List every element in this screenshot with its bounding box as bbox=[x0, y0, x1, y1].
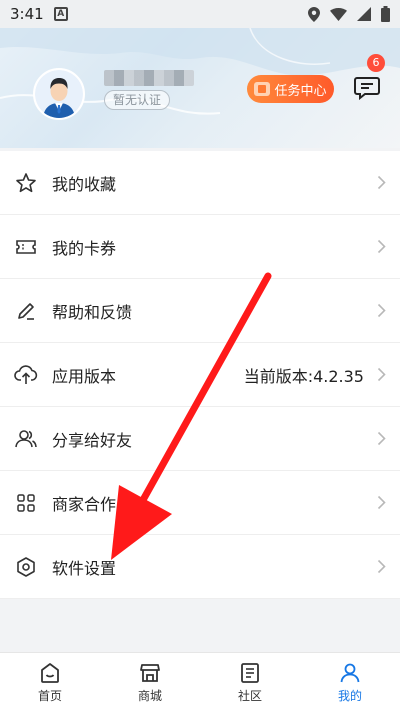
chevron-right-icon bbox=[377, 303, 386, 318]
signal-icon bbox=[357, 7, 371, 21]
status-icons bbox=[308, 6, 390, 22]
grid-icon bbox=[14, 491, 38, 515]
nav-label: 商城 bbox=[137, 688, 162, 703]
ticket-icon bbox=[14, 235, 38, 259]
bottom-nav: 首页 商城 社区 我的 bbox=[0, 652, 400, 711]
chevron-right-icon bbox=[377, 175, 386, 190]
status-bar: 3:41 A bbox=[0, 0, 400, 28]
avatar[interactable] bbox=[33, 68, 85, 120]
nav-item-store[interactable]: 商城 bbox=[100, 653, 200, 711]
star-icon bbox=[14, 171, 38, 195]
task-icon bbox=[254, 82, 271, 96]
store-icon bbox=[140, 663, 160, 682]
chevron-right-icon bbox=[377, 367, 386, 382]
task-center-button[interactable]: 任务中心 bbox=[247, 75, 334, 103]
location-icon bbox=[308, 6, 320, 22]
menu-item-label: 分享给好友 bbox=[52, 430, 133, 450]
app-notification-icon: A bbox=[53, 7, 68, 21]
app-version-value: 当前版本:4.2.35 bbox=[243, 366, 364, 386]
users-icon bbox=[14, 427, 38, 451]
chevron-right-icon bbox=[377, 239, 386, 254]
task-center-label: 任务中心 bbox=[274, 83, 327, 99]
menu-item-label: 我的收藏 bbox=[52, 174, 117, 194]
menu-item-favorites[interactable]: 我的收藏 bbox=[0, 151, 400, 215]
menu-item-label: 我的卡券 bbox=[52, 238, 117, 258]
menu-item-help-feedback[interactable]: 帮助和反馈 bbox=[0, 279, 400, 343]
menu-item-coupons[interactable]: 我的卡券 bbox=[0, 215, 400, 279]
nav-label: 首页 bbox=[37, 688, 62, 703]
chevron-right-icon bbox=[377, 431, 386, 446]
cloud-upload-icon bbox=[14, 363, 38, 387]
chevron-right-icon bbox=[377, 559, 386, 574]
home-icon bbox=[41, 662, 59, 683]
message-count-badge: 6 bbox=[367, 54, 385, 72]
nav-label: 社区 bbox=[237, 688, 262, 703]
nav-item-profile[interactable]: 我的 bbox=[300, 653, 400, 711]
menu-item-label: 帮助和反馈 bbox=[52, 302, 133, 322]
chevron-right-icon bbox=[377, 495, 386, 510]
menu-item-share[interactable]: 分享给好友 bbox=[0, 407, 400, 471]
pencil-icon bbox=[14, 299, 38, 323]
community-icon bbox=[241, 662, 259, 683]
username-redacted bbox=[104, 70, 194, 86]
menu-item-merchant-cooperation[interactable]: 商家合作 bbox=[0, 471, 400, 535]
menu-item-label: 软件设置 bbox=[52, 558, 117, 578]
menu-item-app-version[interactable]: 应用版本 当前版本:4.2.35 bbox=[0, 343, 400, 407]
profile-header: 暂无认证 任务中心 bbox=[0, 28, 400, 148]
nav-item-home[interactable]: 首页 bbox=[0, 653, 100, 711]
nav-item-community[interactable]: 社区 bbox=[200, 653, 300, 711]
message-icon bbox=[354, 77, 380, 101]
auth-status-badge[interactable]: 暂无认证 bbox=[104, 90, 171, 110]
nav-label: 我的 bbox=[337, 688, 362, 703]
status-time: 3:41 bbox=[10, 5, 44, 23]
avatar-user-icon bbox=[35, 70, 83, 118]
settings-icon bbox=[14, 555, 38, 579]
wifi-icon bbox=[330, 7, 347, 21]
menu-item-label: 应用版本 bbox=[52, 366, 117, 386]
menu-item-software-settings[interactable]: 软件设置 bbox=[0, 535, 400, 599]
menu-item-label: 商家合作 bbox=[52, 494, 117, 514]
profile-icon bbox=[340, 663, 360, 682]
menu-list: 我的收藏 我的卡券 帮助和反馈 应用版本 当前版本:4.2.35 分享给好友 商… bbox=[0, 151, 400, 599]
battery-icon bbox=[381, 6, 390, 22]
message-button[interactable] bbox=[354, 76, 380, 101]
